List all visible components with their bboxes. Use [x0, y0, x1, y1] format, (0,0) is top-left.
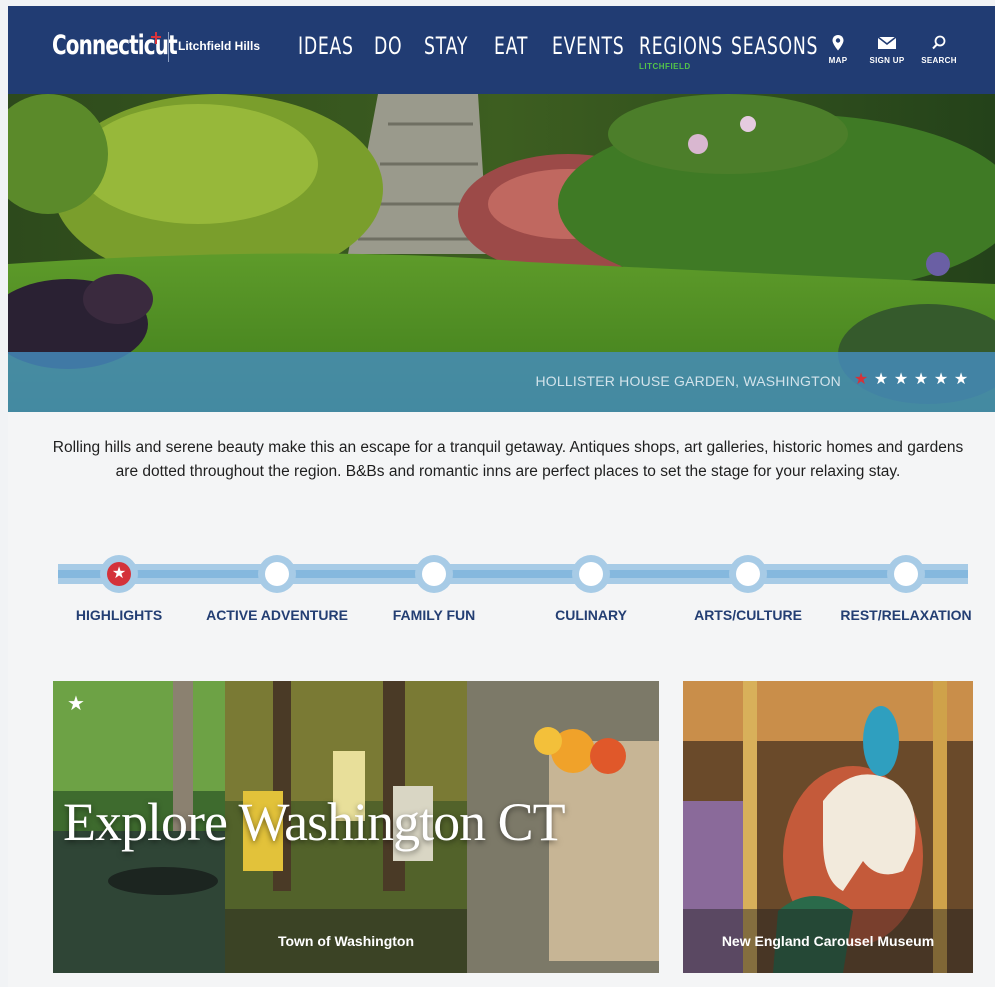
slide-dot-6[interactable]: ★	[953, 372, 969, 388]
card-caption: New England Carousel Museum	[721, 933, 935, 949]
tab-culinary[interactable]: CULINARY	[555, 607, 627, 623]
slide-indicators: ★ ★ ★ ★ ★ ★	[853, 372, 969, 388]
map-label: MAP	[828, 56, 848, 65]
nav-regions-sublabel: LITCHFIELD	[639, 62, 691, 71]
intro-text: Rolling hills and serene beauty make thi…	[52, 439, 964, 480]
search-label: SEARCH	[921, 56, 957, 65]
nav-item-seasons[interactable]: SEASONS	[731, 32, 818, 60]
tab-rest-relaxation[interactable]: REST/RELAXATION	[840, 607, 971, 623]
tab-active-adventure[interactable]: ACTIVE ADVENTURE	[206, 607, 348, 623]
nav-item-do[interactable]: DO	[374, 32, 402, 60]
card-caption-bar: New England Carousel Museum	[683, 909, 973, 973]
top-nav: Connecticut Litchfield Hills IDEAS DO ST…	[8, 6, 995, 94]
logo-divider	[168, 32, 169, 62]
tab-highlights[interactable]: HIGHLIGHTS	[76, 607, 162, 623]
hero-caption-bar: HOLLISTER HOUSE GARDEN, WASHINGTON ★ ★ ★…	[8, 352, 995, 412]
tab-node-culinary[interactable]	[572, 555, 610, 593]
feature-card-carousel-museum[interactable]: New England Carousel Museum	[683, 681, 973, 973]
slide-dot-3[interactable]: ★	[893, 372, 909, 388]
tab-node-rest-relaxation[interactable]	[887, 555, 925, 593]
flag-icon	[151, 32, 161, 44]
slide-dot-2[interactable]: ★	[873, 372, 889, 388]
nav-item-eat[interactable]: EAT	[494, 32, 528, 60]
card-caption-bar: Town of Washington	[225, 909, 467, 973]
hero-slideshow[interactable]: HOLLISTER HOUSE GARDEN, WASHINGTON ★ ★ ★…	[8, 94, 995, 412]
tab-node-highlights[interactable]: ★	[100, 555, 138, 593]
nav-item-regions[interactable]: REGIONS	[639, 32, 723, 60]
star-icon: ★	[107, 562, 131, 586]
hero-caption: HOLLISTER HOUSE GARDEN, WASHINGTON	[535, 373, 841, 389]
slide-dot-1[interactable]: ★	[853, 372, 869, 388]
search-link[interactable]: SEARCH	[919, 34, 959, 65]
tab-family-fun[interactable]: FAMILY FUN	[393, 607, 475, 623]
sign-up-label: SIGN UP	[869, 56, 905, 65]
nav-item-ideas[interactable]: IDEAS	[298, 32, 354, 60]
card-caption: Town of Washington	[277, 933, 415, 949]
tab-node-active-adventure[interactable]	[258, 555, 296, 593]
map-link[interactable]: MAP	[818, 34, 858, 65]
feature-overlay-title: Explore Washington CT	[63, 792, 566, 852]
featured-star-icon: ★	[67, 693, 85, 715]
tab-track	[58, 564, 968, 584]
sign-up-link[interactable]: SIGN UP	[867, 34, 907, 65]
region-name[interactable]: Litchfield Hills	[178, 39, 260, 53]
tab-node-arts-culture[interactable]	[729, 555, 767, 593]
feature-card-washington[interactable]: ★ Explore Washington CT Town of Washingt…	[53, 681, 659, 973]
tab-arts-culture[interactable]: ARTS/CULTURE	[694, 607, 802, 623]
nav-item-events[interactable]: EVENTS	[552, 32, 624, 60]
map-pin-icon	[832, 35, 844, 51]
slide-dot-4[interactable]: ★	[913, 372, 929, 388]
search-icon	[932, 35, 946, 50]
page: Connecticut Litchfield Hills IDEAS DO ST…	[8, 6, 995, 987]
envelope-icon	[877, 36, 897, 49]
tab-node-family-fun[interactable]	[415, 555, 453, 593]
nav-item-stay[interactable]: STAY	[424, 32, 468, 60]
slide-dot-5[interactable]: ★	[933, 372, 949, 388]
